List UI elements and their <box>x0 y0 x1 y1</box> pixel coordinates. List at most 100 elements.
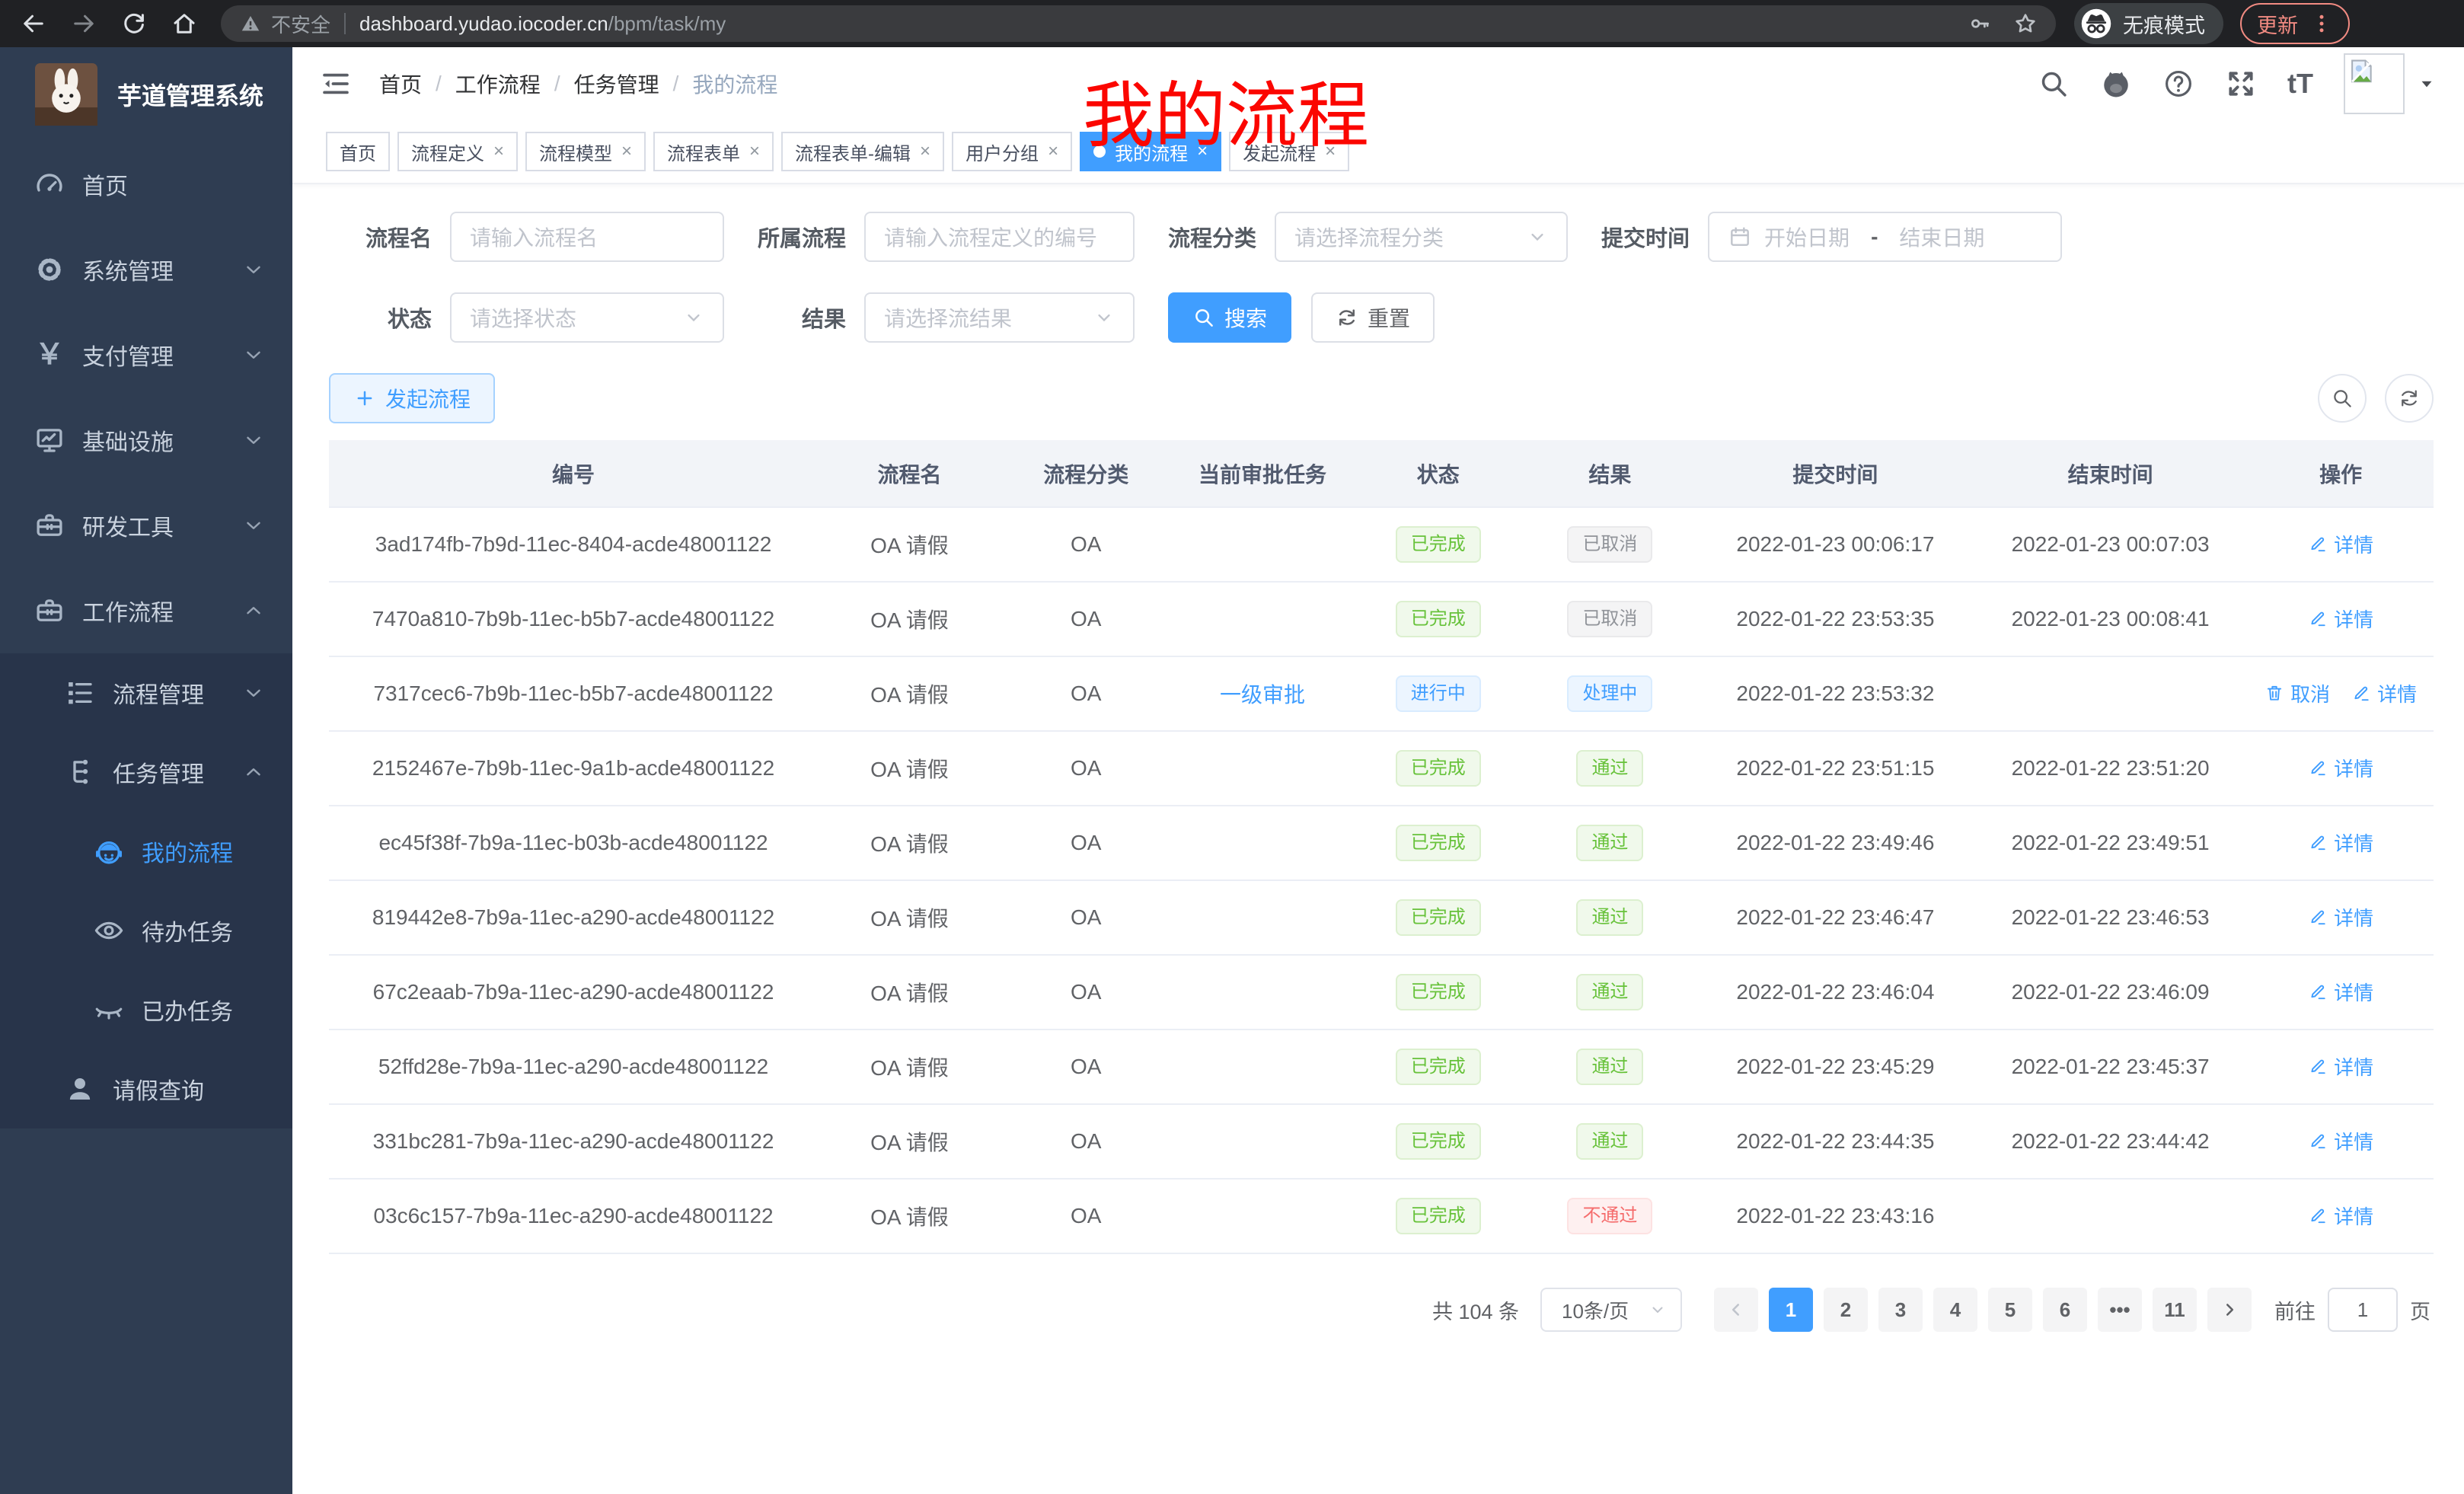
detail-action-link[interactable]: 详情 <box>2308 978 2373 1006</box>
process-name-input[interactable]: 请输入流程名 <box>450 212 724 262</box>
page-button-5[interactable]: 5 <box>1988 1288 2032 1332</box>
sidebar-item-payment[interactable]: ￥支付管理 <box>0 312 292 397</box>
result-select[interactable]: 请选择流结果 <box>864 292 1135 343</box>
status-select[interactable]: 请选择状态 <box>450 292 724 343</box>
page-button-1[interactable]: 1 <box>1769 1288 1813 1332</box>
fullscreen-icon[interactable] <box>2225 68 2257 100</box>
sidebar-item-task-management[interactable]: 任务管理 <box>0 733 292 812</box>
insecure-label[interactable]: 不安全 <box>271 10 330 38</box>
goto-page-input[interactable]: 1 <box>2328 1288 2398 1332</box>
end-date-placeholder[interactable]: 结束日期 <box>1899 222 1984 252</box>
detail-action-link[interactable]: 详情 <box>2308 1202 2373 1230</box>
tab-process-form-edit[interactable]: 流程表单-编辑× <box>781 132 944 171</box>
cell-end-time: 2022-01-23 00:07:03 <box>1973 507 2248 582</box>
breadcrumb-item[interactable]: 工作流程 <box>455 69 541 99</box>
detail-action-link[interactable]: 详情 <box>2308 530 2373 558</box>
search-icon[interactable] <box>2038 68 2070 100</box>
url-host[interactable]: dashboard.yudao.iocoder.cn <box>359 12 608 36</box>
sidebar-item-home[interactable]: 首页 <box>0 142 292 227</box>
cell-process-name: OA 请假 <box>818 656 1001 731</box>
avatar-caret-icon[interactable] <box>2417 74 2437 94</box>
pager-ellipsis[interactable]: ••• <box>2098 1288 2142 1332</box>
sidebar-item-infrastructure[interactable]: 基础设施 <box>0 397 292 483</box>
back-icon[interactable] <box>20 10 47 37</box>
cancel-action-link[interactable]: 取消 <box>2265 679 2330 707</box>
detail-action-link[interactable]: 详情 <box>2308 903 2373 931</box>
detail-action-link[interactable]: 详情 <box>2308 754 2373 782</box>
start-process-button[interactable]: 发起流程 <box>329 373 495 423</box>
insecure-warning-icon[interactable] <box>239 12 262 35</box>
browser-menu-icon[interactable] <box>2310 12 2333 35</box>
cell-actions: 详情 <box>2248 1179 2434 1253</box>
detail-action-link[interactable]: 详情 <box>2308 828 2373 857</box>
next-page-button[interactable] <box>2207 1288 2252 1332</box>
sidebar-item-dev-tools[interactable]: 研发工具 <box>0 483 292 568</box>
reset-button[interactable]: 重置 <box>1311 292 1435 343</box>
tab-process-model[interactable]: 流程模型 × <box>525 132 646 171</box>
breadcrumb-item[interactable]: 我的流程 <box>692 69 777 99</box>
process-name-label: 流程名 <box>329 221 432 253</box>
reload-icon[interactable] <box>120 10 148 37</box>
submit-time-range-picker[interactable]: 开始日期 - 结束日期 <box>1708 212 2062 262</box>
detail-action-link[interactable]: 详情 <box>2308 1127 2373 1155</box>
table-row: 331bc281-7b9a-11ec-a290-acde48001122OA 请… <box>329 1104 2434 1179</box>
breadcrumb-item[interactable]: 首页 <box>379 69 422 99</box>
collapse-menu-icon[interactable] <box>320 68 352 100</box>
github-icon[interactable] <box>2100 68 2132 100</box>
tab-process-form[interactable]: 流程表单× <box>653 132 774 171</box>
address-bar[interactable]: 不安全 dashboard.yudao.iocoder.cn/bpm/task/… <box>221 5 2056 42</box>
page-button-4[interactable]: 4 <box>1933 1288 1977 1332</box>
page-button-11[interactable]: 11 <box>2153 1288 2197 1332</box>
sidebar-item-workflow[interactable]: 工作流程 <box>0 568 292 653</box>
app-logo[interactable]: 芋道管理系统 <box>0 47 292 142</box>
toggle-search-button[interactable] <box>2318 374 2367 423</box>
prev-page-button[interactable] <box>1714 1288 1758 1332</box>
start-date-placeholder[interactable]: 开始日期 <box>1764 222 1850 252</box>
sidebar-item-system[interactable]: 系统管理 <box>0 227 292 312</box>
parent-process-input[interactable]: 请输入流程定义的编号 <box>864 212 1135 262</box>
help-icon[interactable] <box>2162 68 2194 100</box>
sidebar-item-my-process[interactable]: 我的流程 <box>0 812 292 891</box>
page-button-6[interactable]: 6 <box>2043 1288 2087 1332</box>
sidebar-item-leave-query[interactable]: 请假查询 <box>0 1049 292 1128</box>
cell-submit-time: 2022-01-22 23:51:15 <box>1698 731 1973 806</box>
update-label[interactable]: 更新 <box>2257 9 2298 39</box>
detail-action-link[interactable]: 详情 <box>2308 1052 2373 1081</box>
page-button-3[interactable]: 3 <box>1878 1288 1923 1332</box>
search-button[interactable]: 搜索 <box>1168 292 1291 343</box>
url-path[interactable]: /bpm/task/my <box>608 12 726 36</box>
font-size-icon[interactable]: tT <box>2287 70 2313 97</box>
refresh-table-button[interactable] <box>2385 374 2434 423</box>
cell-status: 已完成 <box>1354 880 1522 955</box>
category-select[interactable]: 请选择流程分类 <box>1275 212 1568 262</box>
bookmark-star-icon[interactable] <box>2013 11 2038 36</box>
home-icon[interactable] <box>171 10 198 37</box>
sidebar-item-done-task[interactable]: 已办任务 <box>0 970 292 1049</box>
close-icon[interactable]: × <box>920 142 930 161</box>
tab-process-definition[interactable]: 流程定义× <box>397 132 518 171</box>
cell-current-task <box>1171 955 1355 1030</box>
detail-action-link[interactable]: 详情 <box>2308 605 2373 633</box>
breadcrumb-item[interactable]: 任务管理 <box>574 69 659 99</box>
close-icon[interactable]: × <box>1048 142 1058 161</box>
sidebar-item-process-management[interactable]: 流程管理 <box>0 653 292 733</box>
close-icon[interactable]: × <box>749 142 760 161</box>
tab-user-group[interactable]: 用户分组× <box>952 132 1072 171</box>
detail-action-link[interactable]: 详情 <box>2351 679 2417 707</box>
page-button-2[interactable]: 2 <box>1824 1288 1868 1332</box>
eye-icon <box>93 915 125 947</box>
password-key-icon[interactable] <box>1968 11 1992 36</box>
tab-home[interactable]: 首页 <box>326 132 390 171</box>
close-icon[interactable]: × <box>621 142 632 161</box>
sidebar-item-todo-task[interactable]: 待办任务 <box>0 891 292 970</box>
close-icon[interactable]: × <box>493 142 504 161</box>
browser-update-button[interactable]: 更新 <box>2240 3 2350 44</box>
cell-actions: 详情 <box>2248 507 2434 582</box>
forward-icon[interactable] <box>70 10 97 37</box>
breadcrumb-separator: / <box>554 72 560 96</box>
avatar[interactable] <box>2344 53 2405 114</box>
page-size-select[interactable]: 10条/页 <box>1540 1288 1682 1332</box>
pagination-total: 共 104 条 <box>1432 1295 1519 1325</box>
tab-label: 流程模型 <box>539 139 612 165</box>
current-task-link[interactable]: 一级审批 <box>1220 683 1305 707</box>
